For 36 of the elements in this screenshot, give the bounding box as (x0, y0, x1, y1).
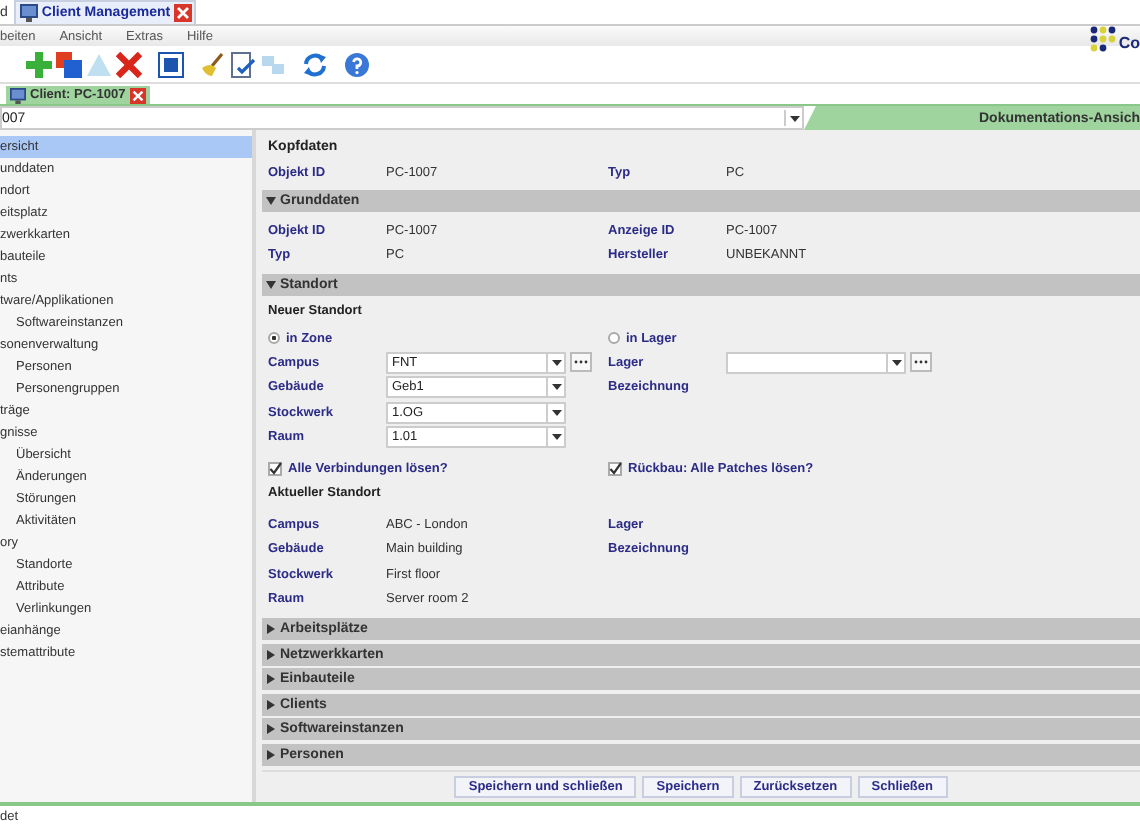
dropdown-icon (551, 434, 561, 441)
expand-icon (266, 624, 276, 634)
help-icon[interactable] (344, 51, 370, 77)
dropdown-icon (891, 359, 901, 366)
dropdown-icon (551, 384, 561, 391)
close-icon[interactable] (174, 4, 193, 22)
document-icon[interactable] (230, 51, 256, 77)
dropdown-icon (789, 115, 799, 121)
expand-icon (266, 699, 276, 709)
radio-button[interactable] (608, 332, 620, 344)
ellipsis-icon (574, 360, 588, 365)
radio-button[interactable] (268, 332, 280, 344)
refresh-icon[interactable] (302, 51, 328, 77)
logo-text: Co (1118, 36, 1140, 52)
checkbox[interactable] (268, 462, 282, 476)
expand-icon (266, 749, 276, 759)
dropdown-icon (551, 409, 561, 416)
checkbox[interactable] (608, 462, 622, 476)
ellipsis-icon (914, 360, 928, 365)
copy-icon[interactable] (56, 51, 82, 77)
add-icon[interactable] (26, 51, 52, 77)
close-icon[interactable] (129, 87, 146, 103)
browse-button[interactable] (910, 352, 932, 373)
logo-icon (1090, 26, 1117, 52)
expand-icon (266, 674, 276, 684)
window-icon[interactable] (158, 51, 184, 77)
broom-icon[interactable] (200, 51, 226, 77)
dropdown-icon (551, 359, 561, 366)
delete-icon[interactable] (116, 51, 142, 77)
browse-button[interactable] (570, 352, 592, 373)
expand-icon (266, 196, 276, 206)
monitor-icon (10, 87, 26, 103)
expand-icon (266, 724, 276, 734)
monitor-icon (19, 4, 38, 22)
expand-icon (266, 649, 276, 659)
expand-icon (266, 279, 276, 289)
